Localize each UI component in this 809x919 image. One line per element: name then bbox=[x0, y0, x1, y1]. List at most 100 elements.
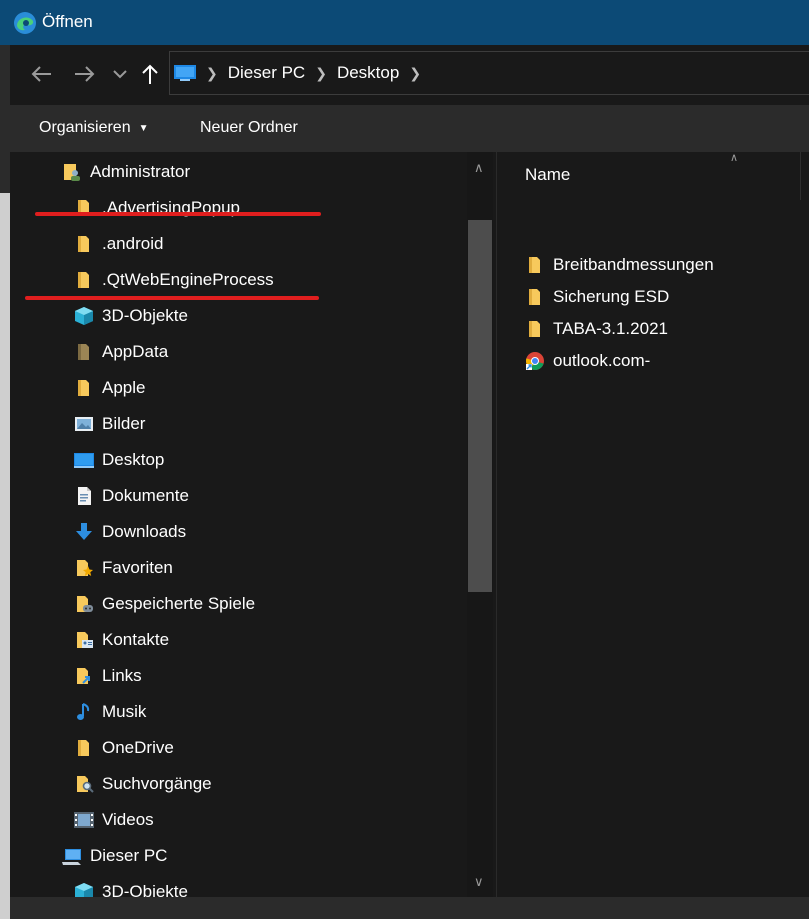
new-folder-button[interactable]: Neuer Ordner bbox=[200, 119, 298, 137]
tree-item-apple[interactable]: Apple bbox=[74, 373, 145, 403]
tree-item-suchvorgaenge[interactable]: Suchvorgänge bbox=[74, 769, 212, 799]
up-button[interactable] bbox=[136, 59, 164, 89]
desktop-icon bbox=[74, 453, 94, 468]
this-pc-icon bbox=[62, 849, 81, 865]
breadcrumb-separator: ❯ bbox=[206, 64, 218, 81]
tree-item-favoriten[interactable]: Favoriten bbox=[74, 553, 173, 583]
tree-item-videos[interactable]: Videos bbox=[74, 805, 154, 835]
breadcrumb-separator[interactable]: ❯ bbox=[409, 65, 421, 82]
tree-item-android[interactable]: .android bbox=[74, 229, 163, 259]
file-name: Breitbandmessungen bbox=[553, 255, 714, 274]
breadcrumb-desktop[interactable]: Desktop bbox=[337, 63, 399, 83]
column-header-name[interactable]: Name bbox=[525, 165, 570, 185]
background-window-strip bbox=[0, 45, 10, 193]
tree-item-label: OneDrive bbox=[102, 738, 174, 757]
tree-item-qtwebengineprocess[interactable]: .QtWebEngineProcess bbox=[74, 265, 274, 295]
address-bar[interactable]: ❯ Dieser PC ❯ Desktop ❯ bbox=[169, 51, 809, 95]
open-dialog: ❯ Dieser PC ❯ Desktop ❯ Organisieren ▼ N… bbox=[10, 45, 809, 919]
music-icon bbox=[77, 703, 90, 720]
tree-item-3d-objekte[interactable]: 3D-Objekte bbox=[74, 301, 188, 331]
tree-item-label: Links bbox=[102, 666, 142, 685]
new-folder-label: Neuer Ordner bbox=[200, 119, 298, 136]
downloads-icon bbox=[76, 523, 92, 540]
list-item[interactable]: Sicherung ESD bbox=[525, 282, 669, 312]
title-bar: Öffnen bbox=[0, 0, 809, 45]
file-list: ∧ Name Breitbandmessungen Sicherung ESD … bbox=[497, 152, 809, 897]
navigation-bar: ❯ Dieser PC ❯ Desktop ❯ bbox=[10, 45, 809, 105]
tree-item-links[interactable]: Links bbox=[74, 661, 142, 691]
recent-locations-button[interactable] bbox=[108, 59, 132, 89]
tree-item-label: Downloads bbox=[102, 522, 187, 541]
tree-item-label: Dieser PC bbox=[90, 846, 168, 865]
tree-item-label: .QtWebEngineProcess bbox=[102, 270, 274, 289]
tree-item-bilder[interactable]: Bilder bbox=[74, 409, 145, 439]
tree-item-label: Musik bbox=[102, 702, 147, 721]
tree-item-label: Videos bbox=[102, 810, 154, 829]
navigation-scrollbar[interactable]: ∧ ∨ bbox=[467, 152, 493, 897]
sort-ascending-icon: ∧ bbox=[730, 152, 739, 164]
footer-strip bbox=[10, 897, 809, 919]
annotation-underline bbox=[25, 296, 319, 300]
tree-item-label: Apple bbox=[102, 378, 146, 397]
tree-item-label: Favoriten bbox=[102, 558, 173, 577]
chrome-shortcut-icon bbox=[526, 352, 544, 370]
contacts-icon bbox=[77, 632, 93, 648]
tree-item-desktop[interactable]: Desktop bbox=[74, 445, 164, 475]
tree-item-label: .android bbox=[102, 234, 164, 253]
tree-item-downloads[interactable]: Downloads bbox=[74, 517, 186, 547]
tree-item-onedrive[interactable]: OneDrive bbox=[74, 733, 174, 763]
folder-icon bbox=[529, 321, 540, 337]
tree-item-kontakte[interactable]: Kontakte bbox=[74, 625, 169, 655]
list-item[interactable]: outlook.com- bbox=[525, 346, 650, 376]
tree-item-label: Kontakte bbox=[102, 630, 170, 649]
background-window-strip-light bbox=[0, 193, 10, 919]
tree-item-label: Bilder bbox=[102, 414, 146, 433]
folder-icon bbox=[78, 236, 89, 252]
breadcrumb-dieser-pc[interactable]: Dieser PC bbox=[228, 63, 305, 83]
favorites-icon bbox=[77, 560, 93, 576]
list-item[interactable]: Breitbandmessungen bbox=[525, 250, 714, 280]
navigation-pane: Administrator .AdvertisingPopup .android… bbox=[10, 152, 496, 897]
organize-button[interactable]: Organisieren ▼ bbox=[39, 119, 149, 137]
file-name: Sicherung ESD bbox=[553, 287, 670, 306]
scroll-up-icon[interactable]: ∧ bbox=[474, 160, 484, 176]
list-item[interactable]: TABA-3.1.2021 bbox=[525, 314, 668, 344]
back-button[interactable] bbox=[26, 59, 56, 89]
links-icon bbox=[77, 668, 90, 684]
annotation-underline bbox=[35, 212, 321, 216]
folder-icon bbox=[529, 289, 540, 305]
arrow-right-icon bbox=[75, 66, 95, 82]
tree-item-administrator[interactable]: Administrator bbox=[62, 157, 190, 187]
forward-button[interactable] bbox=[70, 59, 100, 89]
3d-objects-icon bbox=[75, 883, 93, 897]
file-name: outlook.com- bbox=[553, 351, 651, 370]
tree-item-advertisingpopup[interactable]: .AdvertisingPopup bbox=[74, 193, 240, 223]
file-name: TABA-3.1.2021 bbox=[553, 319, 668, 338]
pictures-icon bbox=[75, 417, 93, 431]
tree-item-gespeicherte-spiele[interactable]: Gespeicherte Spiele bbox=[74, 589, 255, 619]
tree-item-dokumente[interactable]: Dokumente bbox=[74, 481, 189, 511]
breadcrumb-separator: ❯ bbox=[315, 64, 327, 81]
tree-item-musik[interactable]: Musik bbox=[74, 697, 146, 727]
tree-item-label: Dokumente bbox=[102, 486, 189, 505]
saved-games-icon bbox=[77, 596, 93, 612]
documents-icon bbox=[78, 487, 91, 505]
window-title: Öffnen bbox=[42, 12, 93, 31]
tree-item-3d-objekte-pc[interactable]: 3D-Objekte bbox=[74, 877, 188, 897]
chevron-down-icon bbox=[113, 70, 127, 79]
scroll-down-icon[interactable]: ∨ bbox=[474, 874, 484, 890]
tree-item-label: AppData bbox=[102, 342, 169, 361]
hidden-folder-icon bbox=[78, 344, 89, 360]
folder-icon bbox=[529, 257, 540, 273]
arrow-left-icon bbox=[31, 66, 51, 82]
this-pc-icon bbox=[174, 65, 196, 81]
organize-label: Organisieren bbox=[39, 119, 131, 136]
column-separator[interactable] bbox=[800, 152, 801, 200]
3d-objects-icon bbox=[75, 307, 93, 325]
tree-item-dieser-pc[interactable]: Dieser PC bbox=[62, 841, 167, 871]
command-bar: Organisieren ▼ Neuer Ordner bbox=[10, 105, 809, 152]
tree-item-appdata[interactable]: AppData bbox=[74, 337, 168, 367]
scroll-thumb[interactable] bbox=[468, 220, 492, 592]
videos-icon bbox=[74, 812, 94, 828]
tree-item-label: Gespeicherte Spiele bbox=[102, 594, 256, 613]
